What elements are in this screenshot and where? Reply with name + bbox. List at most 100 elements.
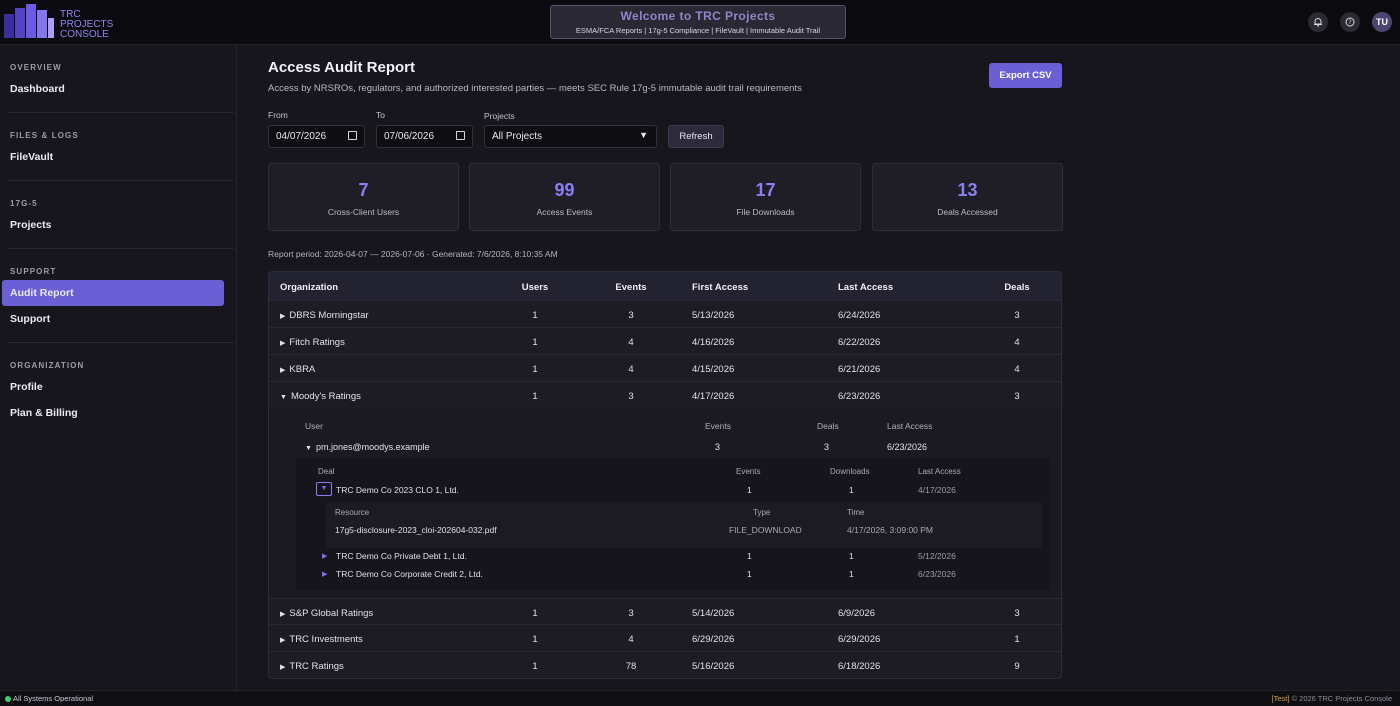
user-last-access-header: Last Access (887, 421, 933, 431)
projects-label: Projects (484, 111, 515, 121)
projects-select-value: All Projects (492, 131, 543, 142)
welcome-banner: Welcome to TRC Projects ESMA/FCA Reports… (550, 5, 846, 39)
expand-arrow-icon[interactable]: ▶ (280, 366, 285, 374)
stat-label: File Downloads (736, 207, 795, 217)
avatar[interactable]: TU (1372, 12, 1392, 32)
header-last-access[interactable]: Last Access (838, 282, 893, 293)
deals-detail: Deal Events Downloads Last Access ▼ TRC … (296, 458, 1050, 591)
stat-value: 99 (554, 180, 575, 200)
user-last-access: 6/23/2026 (887, 442, 928, 452)
first-access-cell: 4/17/2026 (692, 391, 735, 402)
resource-header: Resource (335, 508, 370, 517)
first-access-cell: 6/29/2026 (692, 634, 735, 645)
deals-cell: 4 (1014, 337, 1020, 348)
stat-card: 17 File Downloads (670, 163, 861, 231)
sidebar-item-support[interactable]: Support (8, 306, 234, 332)
sidebar-item-profile[interactable]: Profile (8, 374, 234, 400)
sidebar-item-audit-report[interactable]: Audit Report (2, 280, 224, 306)
bell-icon[interactable] (1308, 12, 1328, 32)
table-row[interactable]: ▶ TRC Ratings 1 78 5/16/2026 6/18/2026 9 (269, 652, 1061, 678)
export-csv-button[interactable]: Export CSV (989, 63, 1062, 88)
org-cell: ▶ KBRA (280, 364, 315, 375)
org-cell: ▶ TRC Ratings (280, 661, 344, 672)
refresh-button[interactable]: Refresh (668, 125, 724, 148)
sidebar-item-plan-billing[interactable]: Plan & Billing (8, 400, 234, 426)
report-period: Report period: 2026-04-07 — 2026-07-06 ·… (268, 249, 558, 259)
table-row[interactable]: ▶ KBRA 1 4 4/15/2026 6/21/2026 4 (269, 355, 1061, 382)
to-date-input[interactable]: 07/06/2026 (376, 125, 473, 148)
expand-arrow-icon[interactable]: ▶ (280, 663, 285, 671)
environment-tag: [Test] (1271, 694, 1290, 703)
from-date-input[interactable]: 04/07/2026 (268, 125, 365, 148)
expand-arrow-icon[interactable]: ▶ (280, 339, 285, 347)
table-row[interactable]: ▶ DBRS Morningstar 1 3 5/13/2026 6/24/202… (269, 301, 1061, 328)
expand-arrow-icon[interactable]: ▶ (280, 312, 285, 320)
logo[interactable]: TRC PROJECTS CONSOLE (4, 4, 113, 40)
first-access-cell: 4/16/2026 (692, 337, 735, 348)
collapse-arrow-icon[interactable]: ▼ (280, 394, 287, 401)
projects-select[interactable]: All Projects ▼ (484, 125, 657, 148)
sidebar-item-dashboard[interactable]: Dashboard (8, 76, 234, 102)
sidebar-item-projects[interactable]: Projects (8, 212, 234, 238)
deals-cell: 3 (1014, 310, 1020, 321)
header-deals[interactable]: Deals (991, 282, 1043, 293)
header-organization[interactable]: Organization (280, 282, 338, 293)
last-access-cell: 6/9/2026 (838, 608, 875, 619)
header-users[interactable]: Users (509, 282, 561, 293)
user-row[interactable]: ▼ pm.jones@moodys.example (305, 442, 430, 452)
header-first-access[interactable]: First Access (692, 282, 748, 293)
table-row[interactable]: ▼ Moody's Ratings 1 3 4/17/2026 6/23/2026… (269, 382, 1061, 409)
top-icons: ? TU (1308, 12, 1392, 32)
stat-value: 17 (755, 180, 776, 200)
footer-right: [Test] © 2026 TRC Projects Console (1272, 694, 1392, 703)
system-status: All Systems Operational (13, 694, 94, 703)
to-label: To (376, 110, 385, 120)
welcome-subtitle: ESMA/FCA Reports | 17g-5 Compliance | Fi… (575, 26, 821, 35)
expand-arrow-icon[interactable]: ▶ (322, 570, 327, 578)
help-icon[interactable]: ? (1340, 12, 1360, 32)
deals-cell: 3 (1014, 608, 1020, 619)
expand-arrow-icon[interactable]: ▶ (322, 552, 327, 560)
section-title: ORGANIZATION (10, 361, 85, 370)
user-events-header: Events (705, 421, 731, 431)
stat-label: Deals Accessed (937, 207, 998, 217)
header-events[interactable]: Events (605, 282, 657, 293)
table-row[interactable]: ▶ S&P Global Ratings 1 3 5/14/2026 6/9/20… (269, 598, 1061, 625)
last-access-cell: 6/29/2026 (838, 634, 881, 645)
org-name: Moody's Ratings (290, 391, 361, 402)
org-cell: ▶ TRC Investments (280, 634, 363, 645)
table-row[interactable]: ▶ TRC Investments 1 4 6/29/2026 6/29/2026… (269, 625, 1061, 652)
collapse-arrow-icon[interactable]: ▼ (316, 482, 332, 496)
org-name: KBRA (289, 364, 316, 375)
sidebar: OVERVIEW Dashboard FILES & LOGS FileVaul… (0, 45, 237, 690)
main-content: Access Audit Report Access by NRSROs, re… (238, 45, 1400, 690)
collapse-arrow-icon[interactable]: ▼ (305, 445, 312, 452)
resource-name[interactable]: 17g5-disclosure-2023_cloi-202604-032.pdf (335, 525, 497, 535)
stat-label: Access Events (536, 207, 593, 217)
deal-last-access: 4/17/2026 (918, 485, 956, 495)
org-cell: ▶ DBRS Morningstar (280, 310, 369, 321)
sidebar-item-filevault[interactable]: FileVault (8, 144, 234, 170)
calendar-icon[interactable] (456, 131, 465, 140)
logo-text: TRC PROJECTS CONSOLE (60, 10, 113, 40)
deal-name[interactable]: TRC Demo Co Corporate Credit 2, Ltd. (336, 569, 483, 579)
table-row[interactable]: ▶ Fitch Ratings 1 4 4/16/2026 6/22/2026 4 (269, 328, 1061, 355)
deal-name[interactable]: TRC Demo Co Private Debt 1, Ltd. (336, 551, 467, 561)
first-access-cell: 5/14/2026 (692, 608, 735, 619)
org-name: Fitch Ratings (289, 337, 345, 348)
events-cell: 4 (628, 364, 634, 375)
calendar-icon[interactable] (348, 131, 357, 140)
expand-arrow-icon[interactable]: ▶ (280, 636, 285, 644)
events-cell: 3 (628, 608, 634, 619)
org-cell: ▶ Fitch Ratings (280, 337, 345, 348)
user-email: pm.jones@moodys.example (315, 442, 430, 452)
stat-card: 13 Deals Accessed (872, 163, 1063, 231)
deal-last-access-header: Last Access (918, 467, 961, 476)
deal-name[interactable]: TRC Demo Co 2023 CLO 1, Ltd. (336, 485, 459, 495)
section-title: 17G-5 (10, 199, 38, 208)
deal-header: Deal (318, 467, 335, 476)
events-cell: 4 (628, 337, 634, 348)
stat-card: 7 Cross-Client Users (268, 163, 459, 231)
expand-arrow-icon[interactable]: ▶ (280, 610, 285, 618)
audit-table: Organization Users Events First Access L… (268, 271, 1062, 679)
